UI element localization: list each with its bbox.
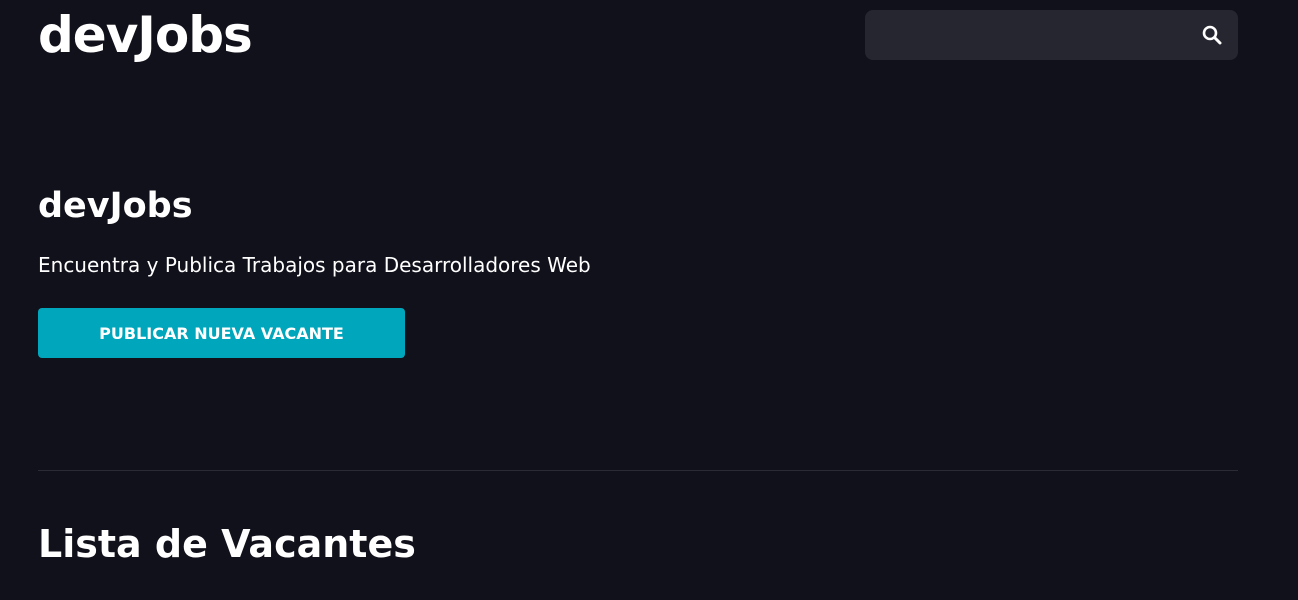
search-button[interactable]	[1200, 23, 1224, 47]
vacancies-title: Lista de Vacantes	[38, 522, 416, 566]
publish-vacancy-button[interactable]: PUBLICAR NUEVA VACANTE	[38, 308, 405, 358]
site-logo[interactable]: devJobs	[38, 4, 253, 66]
section-divider	[38, 470, 1238, 471]
search-form	[865, 10, 1238, 60]
search-icon	[1202, 25, 1222, 45]
hero-subtitle: Encuentra y Publica Trabajos para Desarr…	[38, 253, 591, 277]
page: devJobs devJobs Encuentra y Publica Trab…	[0, 0, 1298, 600]
search-input[interactable]	[865, 10, 1185, 60]
hero-title: devJobs	[38, 186, 193, 226]
